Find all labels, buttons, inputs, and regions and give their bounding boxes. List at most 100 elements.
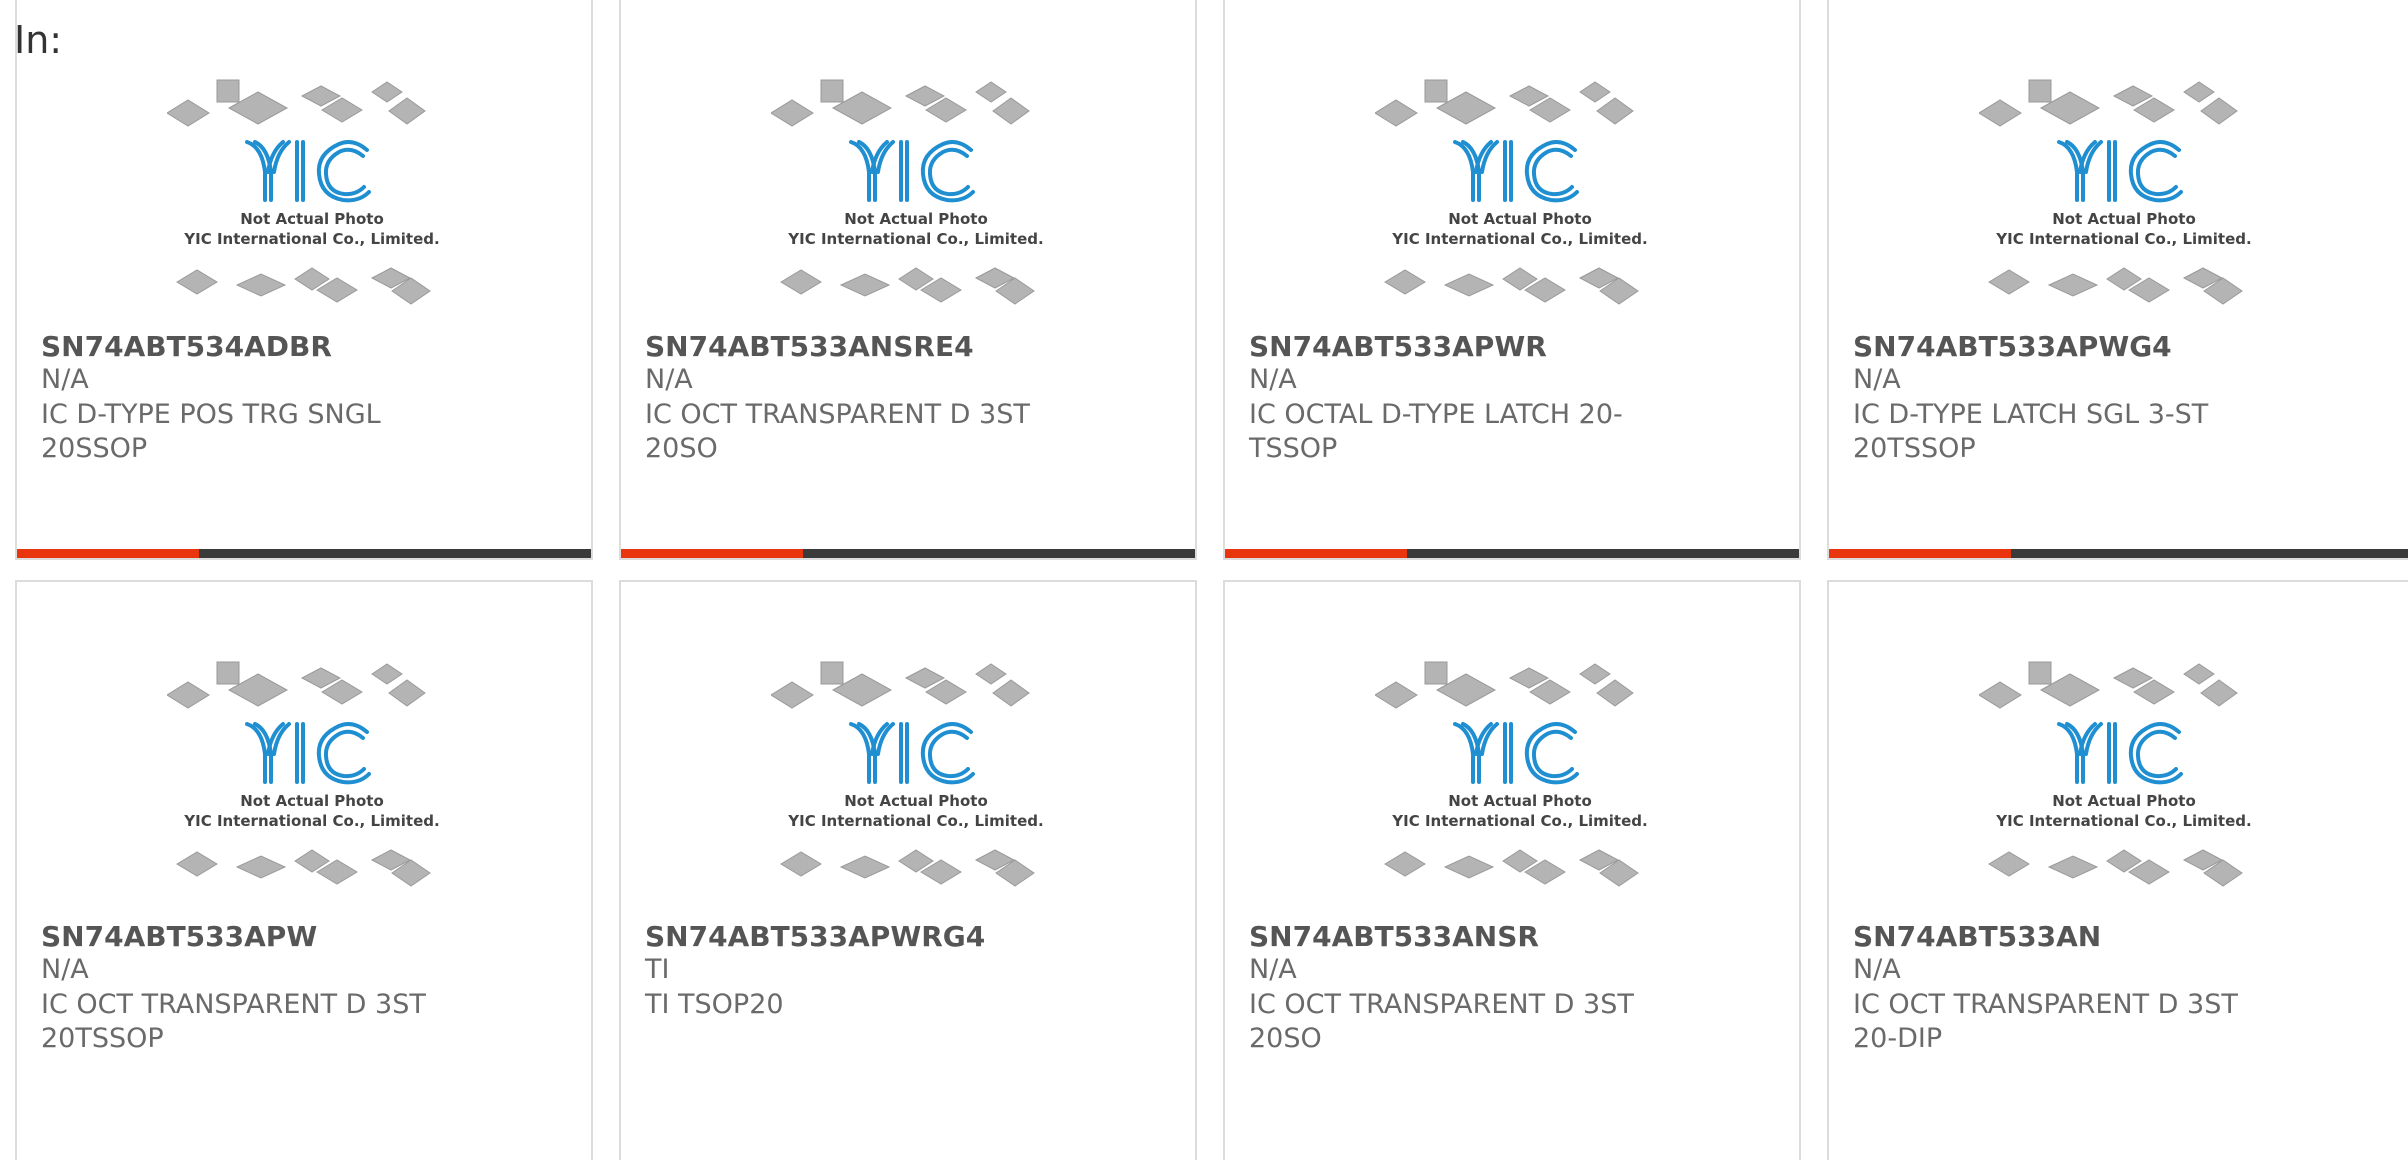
product-part-number[interactable]: SN74ABT533APW bbox=[41, 920, 317, 953]
photo-caption-company: YIC International Co., Limited. bbox=[1391, 230, 1647, 248]
chip-package-icon bbox=[216, 661, 240, 685]
chip-package-icon bbox=[1978, 99, 2022, 127]
photo-caption-company: YIC International Co., Limited. bbox=[1995, 812, 2251, 830]
product-photo-placeholder[interactable]: Not Actual Photo YIC International Co., L… bbox=[1978, 654, 2269, 894]
product-manufacturer: N/A bbox=[645, 364, 693, 395]
yic-logo-icon bbox=[849, 140, 975, 203]
product-part-number[interactable]: SN74ABT533AN bbox=[1853, 920, 2101, 953]
chip-package-icon bbox=[2200, 97, 2238, 125]
product-description: IC OCT TRANSPARENT D 3ST 20SO bbox=[645, 399, 1030, 464]
product-description: IC D-TYPE LATCH SGL 3-ST 20TSSOP bbox=[1853, 399, 2209, 464]
chip-package-icon bbox=[166, 99, 210, 127]
chip-package-icon bbox=[176, 851, 218, 877]
card-accent-bar bbox=[1225, 549, 1407, 558]
chip-package-icon bbox=[1596, 679, 1634, 707]
product-manufacturer: N/A bbox=[41, 364, 89, 395]
product-photo-placeholder[interactable]: Not Actual Photo YIC International Co., L… bbox=[166, 654, 457, 894]
chip-package-icon bbox=[780, 851, 822, 877]
placeholder-image: Not Actual Photo YIC International Co., L… bbox=[1978, 79, 2252, 305]
product-manufacturer: N/A bbox=[41, 954, 89, 985]
product-photo-placeholder[interactable]: Not Actual Photo YIC International Co., L… bbox=[1374, 72, 1665, 312]
chip-package-icon bbox=[2028, 661, 2052, 685]
photo-caption-line: Not Actual Photo bbox=[844, 210, 988, 228]
yic-logo-icon bbox=[2057, 722, 2183, 785]
chip-package-icon bbox=[839, 273, 891, 297]
card-accent-bar bbox=[621, 549, 803, 558]
chip-package-icon bbox=[820, 79, 844, 103]
placeholder-image: Not Actual Photo YIC International Co., L… bbox=[1978, 661, 2252, 887]
product-photo-placeholder[interactable]: Not Actual Photo YIC International Co., L… bbox=[770, 654, 1061, 894]
photo-caption-company: YIC International Co., Limited. bbox=[787, 230, 1043, 248]
product-part-number[interactable]: SN74ABT533ANSRE4 bbox=[645, 330, 974, 363]
chip-package-icon bbox=[1384, 851, 1426, 877]
placeholder-image: Not Actual Photo YIC International Co., L… bbox=[1374, 661, 1648, 887]
product-part-number[interactable]: SN74ABT533APWG4 bbox=[1853, 330, 2172, 363]
product-part-number[interactable]: SN74ABT533APWR bbox=[1249, 330, 1547, 363]
chip-package-icon bbox=[1374, 99, 1418, 127]
product-manufacturer: N/A bbox=[1853, 954, 1901, 985]
photo-caption-line: Not Actual Photo bbox=[844, 792, 988, 810]
product-description: IC OCTAL D-TYPE LATCH 20-TSSOP bbox=[1249, 399, 1623, 464]
chip-package-icon bbox=[1443, 273, 1495, 297]
product-card[interactable]: Not Actual Photo YIC International Co., L… bbox=[15, 0, 593, 560]
card-accent-bar bbox=[17, 549, 199, 558]
product-part-number[interactable]: SN74ABT534ADBR bbox=[41, 330, 332, 363]
chip-package-icon bbox=[975, 663, 1007, 685]
chip-package-icon bbox=[820, 661, 844, 685]
chip-package-icon bbox=[839, 855, 891, 879]
chip-package-icon bbox=[1443, 855, 1495, 879]
chip-package-icon bbox=[1374, 681, 1418, 709]
photo-caption-company: YIC International Co., Limited. bbox=[787, 812, 1043, 830]
chip-package-icon bbox=[992, 97, 1030, 125]
chip-package-icon bbox=[770, 99, 814, 127]
yic-logo-icon bbox=[1453, 140, 1579, 203]
photo-caption-line: Not Actual Photo bbox=[2052, 792, 2196, 810]
chip-package-icon bbox=[1424, 79, 1448, 103]
chip-package-icon bbox=[235, 855, 287, 879]
product-photo-placeholder[interactable]: Not Actual Photo YIC International Co., L… bbox=[166, 72, 457, 312]
product-photo-placeholder[interactable]: Not Actual Photo YIC International Co., L… bbox=[770, 72, 1061, 312]
card-accent-bar bbox=[1829, 549, 2011, 558]
placeholder-image: Not Actual Photo YIC International Co., L… bbox=[770, 79, 1044, 305]
product-card[interactable]: Not Actual Photo YIC International Co., L… bbox=[15, 580, 593, 1160]
product-part-number[interactable]: SN74ABT533ANSR bbox=[1249, 920, 1539, 953]
placeholder-image: Not Actual Photo YIC International Co., L… bbox=[166, 661, 440, 887]
photo-caption-line: Not Actual Photo bbox=[1448, 210, 1592, 228]
product-card[interactable]: Not Actual Photo YIC International Co., L… bbox=[1827, 0, 2408, 560]
chip-package-icon bbox=[371, 81, 403, 103]
chip-package-icon bbox=[780, 269, 822, 295]
product-card[interactable]: Not Actual Photo YIC International Co., L… bbox=[1827, 580, 2408, 1160]
placeholder-image: Not Actual Photo YIC International Co., L… bbox=[166, 79, 440, 305]
card-hover-bar bbox=[1829, 549, 2408, 558]
chip-package-icon bbox=[2028, 79, 2052, 103]
chip-package-icon bbox=[176, 269, 218, 295]
chip-package-icon bbox=[2047, 273, 2099, 297]
chip-package-icon bbox=[235, 273, 287, 297]
chip-package-icon bbox=[388, 679, 426, 707]
photo-caption-company: YIC International Co., Limited. bbox=[1391, 812, 1647, 830]
product-card[interactable]: Not Actual Photo YIC International Co., L… bbox=[619, 580, 1197, 1160]
chip-package-icon bbox=[388, 97, 426, 125]
product-card[interactable]: Not Actual Photo YIC International Co., L… bbox=[619, 0, 1197, 560]
chip-package-icon bbox=[371, 663, 403, 685]
product-card[interactable]: Not Actual Photo YIC International Co., L… bbox=[1223, 580, 1801, 1160]
photo-caption-line: Not Actual Photo bbox=[2052, 210, 2196, 228]
product-description: IC OCT TRANSPARENT D 3ST 20-DIP bbox=[1853, 989, 2238, 1054]
product-photo-placeholder[interactable]: Not Actual Photo YIC International Co., L… bbox=[1978, 72, 2269, 312]
product-photo-placeholder[interactable]: Not Actual Photo YIC International Co., L… bbox=[1374, 654, 1665, 894]
chip-package-icon bbox=[1384, 269, 1426, 295]
product-description: IC OCT TRANSPARENT D 3ST 20TSSOP bbox=[41, 989, 426, 1054]
product-part-number[interactable]: SN74ABT533APWRG4 bbox=[645, 920, 985, 953]
product-description: TI TSOP20 bbox=[645, 989, 784, 1020]
photo-caption-line: Not Actual Photo bbox=[240, 792, 384, 810]
chip-package-icon bbox=[992, 679, 1030, 707]
product-manufacturer: N/A bbox=[1249, 364, 1297, 395]
chip-package-icon bbox=[1988, 269, 2030, 295]
product-card[interactable]: Not Actual Photo YIC International Co., L… bbox=[1223, 0, 1801, 560]
photo-caption-company: YIC International Co., Limited. bbox=[1995, 230, 2251, 248]
yic-logo-icon bbox=[245, 722, 371, 785]
product-manufacturer: TI bbox=[645, 954, 670, 985]
chip-package-icon bbox=[1988, 851, 2030, 877]
card-hover-bar bbox=[1225, 549, 1799, 558]
card-hover-bar bbox=[17, 549, 591, 558]
